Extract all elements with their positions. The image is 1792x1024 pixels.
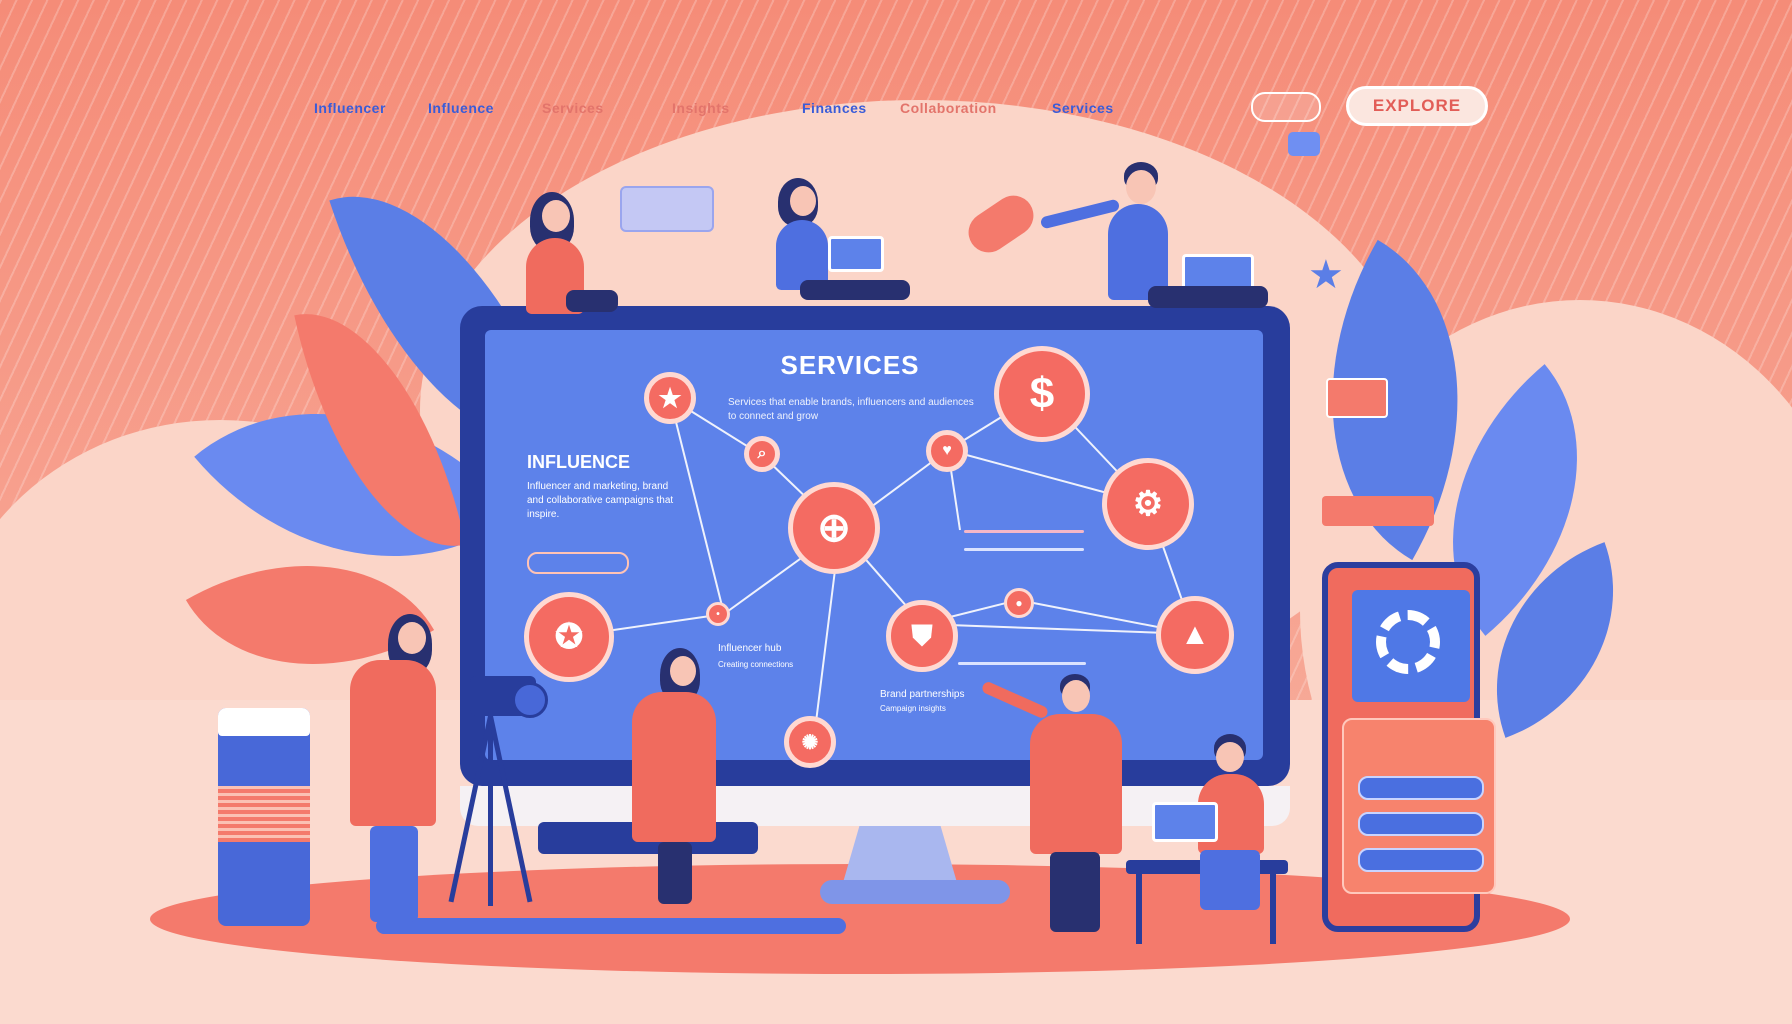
- drop-icon[interactable]: ●: [1004, 588, 1034, 618]
- laptop-icon: [1182, 254, 1254, 290]
- screen-description: Services that enable brands, influencers…: [728, 397, 974, 422]
- cylinder-band: [218, 786, 310, 842]
- phone-bar[interactable]: [1358, 776, 1484, 800]
- laptop-icon: [1152, 802, 1218, 842]
- top-navigation: Influencer Influence Services Insights F…: [0, 86, 1792, 126]
- cylinder-lid: [218, 708, 310, 736]
- person-head: [1216, 742, 1244, 772]
- camera-lens: [512, 682, 548, 718]
- nav-pill-button[interactable]: [1251, 92, 1321, 122]
- person-legs: [1050, 852, 1100, 932]
- section-title: INFLUENCE: [527, 452, 630, 472]
- star-icon[interactable]: ★: [644, 372, 696, 424]
- explore-button[interactable]: EXPLORE: [1346, 86, 1488, 126]
- laptop-icon: [828, 236, 884, 272]
- person-head: [670, 656, 696, 686]
- section-text: Influencer and marketing, brand and coll…: [527, 481, 674, 520]
- gear-icon: [1376, 610, 1440, 674]
- dot-node-icon[interactable]: •: [706, 602, 730, 626]
- nav-item-insights[interactable]: Insights: [672, 100, 730, 116]
- person-head: [398, 622, 426, 654]
- monitor-base: [820, 880, 1010, 904]
- screen-input-field[interactable]: [527, 552, 629, 574]
- nav-item-services-2[interactable]: Services: [1052, 100, 1114, 116]
- monitor-stand: [842, 826, 958, 886]
- person-standing: [632, 692, 716, 842]
- screen-title: SERVICES: [780, 350, 920, 380]
- megaphone-icon[interactable]: ⛊: [886, 600, 958, 672]
- desk-leg: [1270, 874, 1276, 944]
- phone-bar[interactable]: [1358, 812, 1484, 836]
- gear-icon[interactable]: ⚙: [1102, 458, 1194, 550]
- chat-icon: [1288, 132, 1320, 156]
- envelope-icon: [1326, 378, 1388, 418]
- tent-icon[interactable]: ▲: [1156, 596, 1234, 674]
- badge-icon[interactable]: ✪: [524, 592, 614, 682]
- nav-item-finances[interactable]: Finances: [802, 100, 867, 116]
- person-head: [542, 200, 570, 232]
- person-legs: [1148, 286, 1268, 308]
- search-icon[interactable]: ⌕: [744, 436, 780, 472]
- person-head: [1062, 680, 1090, 712]
- message-tag: [1322, 496, 1434, 526]
- nav-item-influence[interactable]: Influence: [428, 100, 494, 116]
- node-label-sub: Campaign insights: [880, 704, 946, 713]
- node-label: Brand partnerships: [880, 689, 965, 700]
- screen-slider-3[interactable]: [958, 662, 1086, 665]
- node-label: Influencer hub: [718, 643, 782, 654]
- sparkle-icon[interactable]: ✺: [784, 716, 836, 768]
- nav-item-influencer[interactable]: Influencer: [314, 100, 386, 116]
- person-legs: [800, 280, 910, 300]
- dollar-icon[interactable]: $: [994, 346, 1090, 442]
- globe-icon[interactable]: ⊕: [788, 482, 880, 574]
- tripod-leg: [488, 716, 493, 906]
- screen-slider-2[interactable]: [964, 548, 1084, 551]
- person-standing: [350, 660, 436, 826]
- node-label-sub: Creating connections: [718, 660, 794, 669]
- person-legs: [370, 826, 418, 922]
- person-head: [1126, 170, 1156, 204]
- message-card: [620, 186, 714, 232]
- heart-icon[interactable]: ♥: [926, 430, 968, 472]
- phone-bar[interactable]: [1358, 848, 1484, 872]
- person-legs: [566, 290, 618, 312]
- pen-prop: [376, 918, 846, 934]
- screen-slider[interactable]: [964, 530, 1084, 533]
- person-legs: [658, 842, 692, 904]
- person-head: [790, 186, 816, 216]
- nav-item-collaboration[interactable]: Collaboration: [900, 100, 997, 116]
- star-icon: ★: [1308, 253, 1344, 297]
- nav-item-services[interactable]: Services: [542, 100, 604, 116]
- person-presenting: [1030, 714, 1122, 854]
- desk-leg: [1136, 874, 1142, 944]
- person-legs: [1200, 850, 1260, 910]
